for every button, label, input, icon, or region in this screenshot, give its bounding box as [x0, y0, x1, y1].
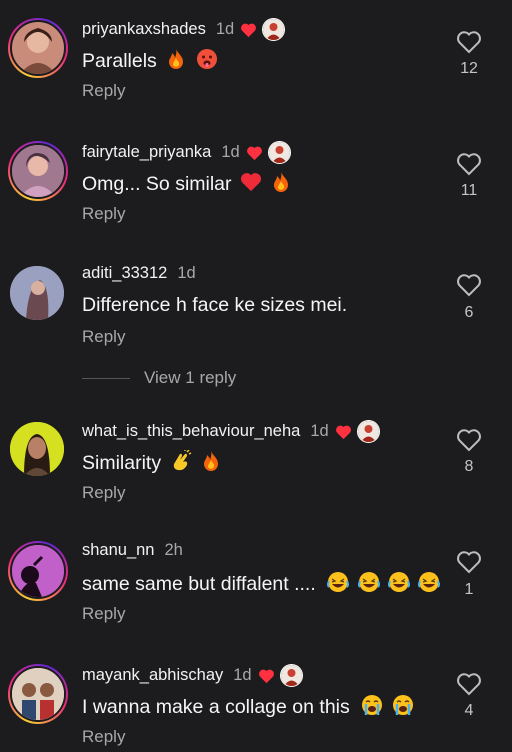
hot-face-emoji	[196, 48, 218, 76]
like-count: 11	[460, 182, 478, 199]
red-heart-emoji	[240, 171, 262, 199]
avatar[interactable]	[8, 18, 68, 78]
view-replies-button[interactable]: View 1 reply	[82, 368, 236, 388]
comment-text: Difference h face ke sizes mei.	[82, 294, 348, 316]
creator-avatar	[279, 664, 303, 687]
comment-header: what_is_this_behaviour_neha 1d	[82, 420, 380, 443]
fire-emoji	[165, 48, 187, 76]
username[interactable]: shanu_nn	[82, 541, 155, 560]
comment-header: fairytale_priyanka 1d	[82, 141, 291, 164]
timestamp: 1d	[221, 143, 240, 161]
timestamp: 1d	[233, 666, 252, 684]
avatar[interactable]	[8, 141, 68, 201]
like-heart-icon[interactable]	[456, 428, 482, 452]
reply-button[interactable]: Reply	[82, 604, 125, 624]
timestamp: 2h	[164, 541, 183, 559]
like-count: 12	[460, 60, 478, 77]
comment-text: Omg... So similar	[82, 171, 292, 199]
like-heart-icon[interactable]	[456, 550, 482, 574]
avatar[interactable]	[8, 420, 68, 480]
comment-header: shanu_nn 2h	[82, 541, 183, 560]
username[interactable]: fairytale_priyanka	[82, 143, 211, 162]
comment-text: Parallels	[82, 48, 218, 76]
crying-emoji	[361, 694, 383, 722]
username[interactable]: aditi_33312	[82, 264, 167, 283]
comment-header: mayank_abhischay 1d	[82, 664, 303, 687]
timestamp: 1d	[215, 20, 235, 38]
creator-heart-icon	[241, 23, 257, 37]
comment-text: Similarity	[82, 449, 222, 478]
laughing-emoji	[418, 571, 441, 599]
comment-header: aditi_33312 1d	[82, 264, 196, 283]
reply-button[interactable]: Reply	[82, 81, 125, 101]
reply-button[interactable]: Reply	[82, 204, 125, 224]
like-heart-icon[interactable]	[456, 672, 482, 696]
view-replies-label[interactable]: View 1 reply	[144, 368, 236, 388]
username[interactable]: mayank_abhischay	[82, 666, 223, 685]
creator-heart-icon	[246, 146, 262, 160]
clapping-hands-emoji	[170, 449, 192, 478]
avatar[interactable]	[8, 664, 68, 724]
creator-avatar	[267, 141, 291, 164]
creator-avatar	[262, 18, 286, 41]
crying-emoji	[392, 694, 414, 722]
creator-heart-icon	[335, 425, 351, 439]
timestamp: 1d	[177, 264, 196, 282]
like-count: 4	[464, 702, 474, 719]
comment-text: same same but diffalent ....	[82, 571, 441, 599]
like-heart-icon[interactable]	[456, 30, 482, 54]
creator-heart-icon	[258, 669, 274, 683]
like-count: 6	[464, 304, 474, 321]
avatar[interactable]	[8, 541, 68, 601]
like-heart-icon[interactable]	[456, 152, 482, 176]
view-replies-divider	[82, 377, 130, 379]
creator-avatar	[356, 420, 380, 443]
laughing-emoji	[327, 571, 350, 599]
comment-text: I wanna make a collage on this	[82, 694, 414, 722]
reply-button[interactable]: Reply	[82, 727, 125, 747]
username[interactable]: what_is_this_behaviour_neha	[82, 422, 300, 441]
reply-button[interactable]: Reply	[82, 483, 125, 503]
comment-header: priyankaxshades 1d	[82, 18, 286, 41]
fire-emoji	[200, 450, 222, 478]
laughing-emoji	[357, 571, 380, 599]
username[interactable]: priyankaxshades	[82, 20, 206, 39]
avatar[interactable]	[8, 264, 68, 324]
like-heart-icon[interactable]	[456, 273, 482, 297]
like-count: 8	[464, 458, 474, 475]
laughing-emoji	[388, 571, 411, 599]
timestamp: 1d	[310, 422, 329, 440]
like-count: 1	[464, 581, 474, 598]
fire-emoji	[270, 171, 292, 199]
reply-button[interactable]: Reply	[82, 327, 125, 347]
